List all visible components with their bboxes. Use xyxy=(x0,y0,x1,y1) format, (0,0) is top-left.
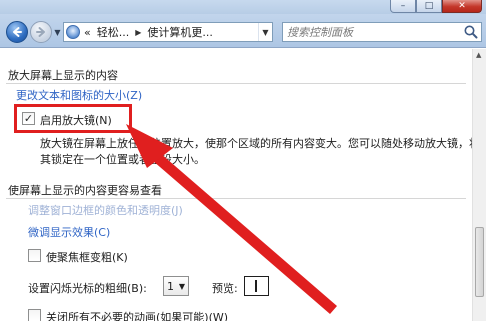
section-divider xyxy=(6,198,466,199)
minimize-button[interactable]: – xyxy=(390,0,416,13)
cursor-preview-box xyxy=(244,276,269,296)
forward-button[interactable] xyxy=(30,21,52,43)
highlight-box xyxy=(14,104,132,133)
preview-label: 预览: xyxy=(212,282,238,295)
adjust-window-border-link: 调整窗口边框的颜色和透明度(J) xyxy=(28,204,183,217)
cursor-thickness-label: 设置闪烁光标的粗细(B): xyxy=(28,282,147,295)
title-bar: – □ ✕ xyxy=(0,0,486,14)
cursor-thickness-select[interactable]: 1 ▼ xyxy=(163,276,189,296)
address-dropdown-icon[interactable]: ▼ xyxy=(258,23,272,41)
section-divider xyxy=(6,83,466,84)
recent-pages-dropdown[interactable]: ▼ xyxy=(53,28,62,37)
breadcrumb-make-computer-easier[interactable]: 使计算机更... xyxy=(147,24,213,40)
content-area: 放大屏幕上显示的内容 更改文本和图标的大小(Z) ✓ 启用放大镜(N) 放大镜在… xyxy=(0,49,480,321)
disable-animations-checkbox[interactable] xyxy=(28,309,41,321)
chevron-down-icon: ▼ xyxy=(178,281,185,291)
magnifier-description-line1: 放大镜在屏幕上放任何位置放大，使那个区域的所有内容变大。您可以随处移动放大镜，将 xyxy=(40,137,480,150)
disable-animations-label[interactable]: 关闭所有不必要的动画(如果可能)(W) xyxy=(46,309,228,321)
window-controls: – □ ✕ xyxy=(390,0,482,14)
thicker-focus-checkbox[interactable] xyxy=(28,249,41,262)
cursor-preview-caret xyxy=(255,280,257,292)
scroll-up-icon[interactable]: ▲ xyxy=(476,51,481,59)
section-magnify-heading: 放大屏幕上显示的内容 xyxy=(8,69,118,82)
search-icon[interactable] xyxy=(463,24,479,40)
search-input[interactable] xyxy=(287,25,463,39)
back-button[interactable] xyxy=(6,21,28,43)
magnifier-description-line2: 其锁定在一个位置或者重设大小。 xyxy=(40,153,205,166)
navigation-bar: ▼ « 轻松... ▶ 使计算机更... ▼ xyxy=(0,14,486,48)
breadcrumb-separator-icon[interactable]: ▶ xyxy=(135,28,141,37)
forward-arrow-icon xyxy=(36,27,45,37)
cursor-thickness-value: 1 xyxy=(167,279,174,293)
search-box[interactable] xyxy=(282,22,482,42)
address-bar[interactable]: « 轻松... ▶ 使计算机更... ▼ xyxy=(63,22,273,42)
control-panel-icon xyxy=(66,25,80,39)
back-arrow-icon xyxy=(13,27,22,37)
fine-tune-display-link[interactable]: 微调显示效果(C) xyxy=(28,224,110,240)
section-easier-to-see-heading: 使屏幕上显示的内容更容易查看 xyxy=(8,184,162,197)
change-text-size-link[interactable]: 更改文本和图标的大小(Z) xyxy=(16,87,142,103)
breadcrumb-ease-of-access[interactable]: 轻松... xyxy=(97,24,130,40)
close-button[interactable]: ✕ xyxy=(442,0,482,13)
vertical-scrollbar[interactable]: ▲ xyxy=(472,49,486,321)
maximize-button[interactable]: □ xyxy=(416,0,442,13)
address-prefix[interactable]: « xyxy=(84,26,91,39)
thicker-focus-label[interactable]: 使聚焦框变粗(K) xyxy=(46,249,128,265)
scrollbar-thumb[interactable] xyxy=(475,227,484,297)
